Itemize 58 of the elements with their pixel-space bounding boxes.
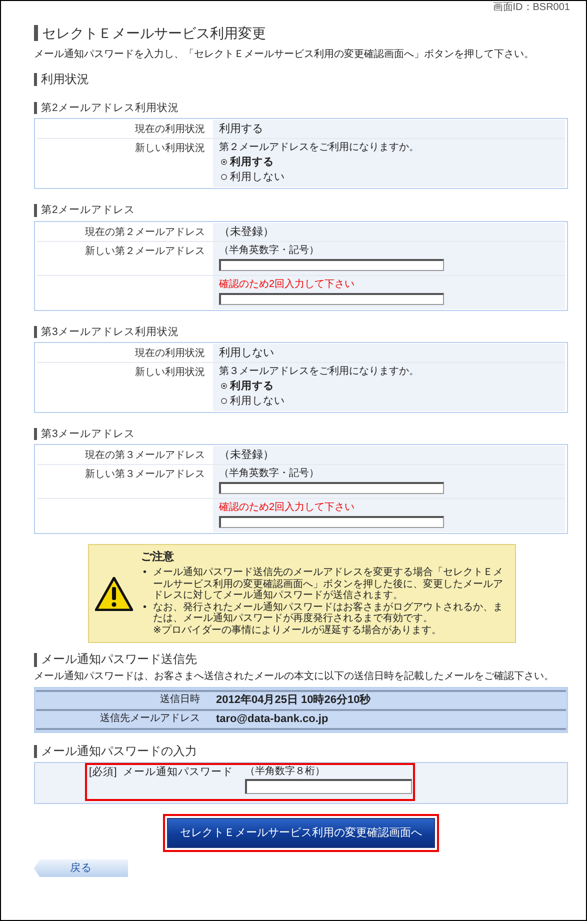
bullet-mark: • (143, 602, 148, 615)
instruction-text: メール通知パスワードを入力し、「セレクトＥメールサービス利用の変更確認画面へ」ボタンを押して下さい。 (34, 49, 535, 61)
bullet-mark: • (143, 567, 148, 580)
radio-option[interactable]: 利用しない (219, 170, 287, 184)
section-heading: 第2メールアドレス (41, 204, 135, 217)
question-text: 第２メールアドレスをご利用になりますか。 (219, 142, 419, 154)
field-label: 現在の利用状況 (135, 124, 205, 136)
required-tag: [必須] (89, 766, 117, 778)
password-input-field[interactable] (244, 778, 412, 794)
field-label: 現在の第３メールアドレス (85, 450, 205, 461)
warning-note: 確認のため2回入力して下さい (219, 502, 355, 514)
radio-button[interactable] (221, 174, 227, 180)
field-label: 現在の利用状況 (135, 348, 205, 359)
notice-text: メール通知パスワード送信先のメールアドレスを変更する場合「セレクトＥメールサービス利用の変更確認画面へ」ボタンを押した後に、変更したメールアドレスに対してメール通知パスワードが送信されます。 (153, 567, 504, 602)
question-text: 第３メールアドレスをご利用になりますか。 (219, 366, 419, 378)
notice-note: ※プロバイダーの事情によりメールが遅延する場合があります。 (153, 624, 442, 636)
submit-button[interactable]: セレクトＥメールサービス利用の変更確認画面へ (167, 818, 435, 848)
section-heading: セレクトＥメールサービス利用変更 (42, 25, 266, 42)
input-hint: （半角英数字・記号） (219, 244, 319, 257)
back-button[interactable]: 戻る (34, 859, 128, 878)
email-input-field[interactable] (219, 258, 444, 271)
info-value: taro@data-bank.co.jp (215, 712, 330, 726)
section-heading: 第3メールアドレス利用状況 (41, 326, 179, 338)
radio-button[interactable] (221, 159, 227, 166)
info-text: メール通知パスワードは、お客さまへ送信されたメールの本文に以下の送信日時を記載したメールをご確認下さい。 (34, 671, 555, 683)
notice-text: なお、発行されたメール通知パスワードはお客さまがログアウトされるか、または、メール通知パスワードが再度発行されるまで有効です。 (153, 602, 504, 624)
field-label: 新しい第２メールアドレス (85, 246, 205, 257)
warning-icon (95, 576, 133, 611)
section-heading: 第3メールアドレス (41, 428, 135, 440)
email-input-field[interactable] (219, 482, 444, 494)
section-heading: メール通知パスワード送信先 (41, 653, 197, 668)
email-input-field[interactable] (219, 516, 444, 528)
screen-id: 画面ID：BSR001 (492, 2, 570, 14)
section-heading: 第2メールアドレス利用状況 (41, 102, 179, 114)
field-label: 新しい利用状況 (135, 143, 205, 154)
field-value: 利用する (219, 123, 263, 136)
field-value: 利用しない (219, 346, 274, 359)
warning-note: 確認のため2回入力して下さい (219, 278, 355, 291)
field-label: メール通知パスワード (122, 766, 233, 778)
radio-button[interactable] (221, 398, 227, 404)
radio-button[interactable] (221, 382, 227, 389)
info-label: 送信日時 (159, 694, 201, 706)
input-hint: （半角英数字・記号） (219, 468, 319, 480)
section-heading: 利用状況 (41, 72, 89, 86)
section-heading: メール通知パスワードの入力 (41, 744, 197, 758)
radio-option[interactable]: 利用しない (219, 394, 287, 408)
field-value: （未登録） (219, 448, 274, 461)
field-label: 新しい第３メールアドレス (85, 468, 205, 480)
field-label: 現在の第２メールアドレス (85, 226, 205, 238)
field-value: （未登録） (219, 226, 274, 238)
radio-option[interactable]: 利用する (219, 155, 276, 170)
email-input-field[interactable] (219, 292, 444, 305)
info-value: 2012年04月25日 10時26分10秒 (215, 694, 372, 706)
input-hint: （半角数字８桁） (244, 766, 326, 778)
field-label: 新しい利用状況 (135, 366, 205, 378)
radio-option[interactable]: 利用する (219, 378, 276, 393)
info-label: 送信先メールアドレス (99, 713, 201, 725)
notice-title: ご注意 (141, 550, 175, 564)
